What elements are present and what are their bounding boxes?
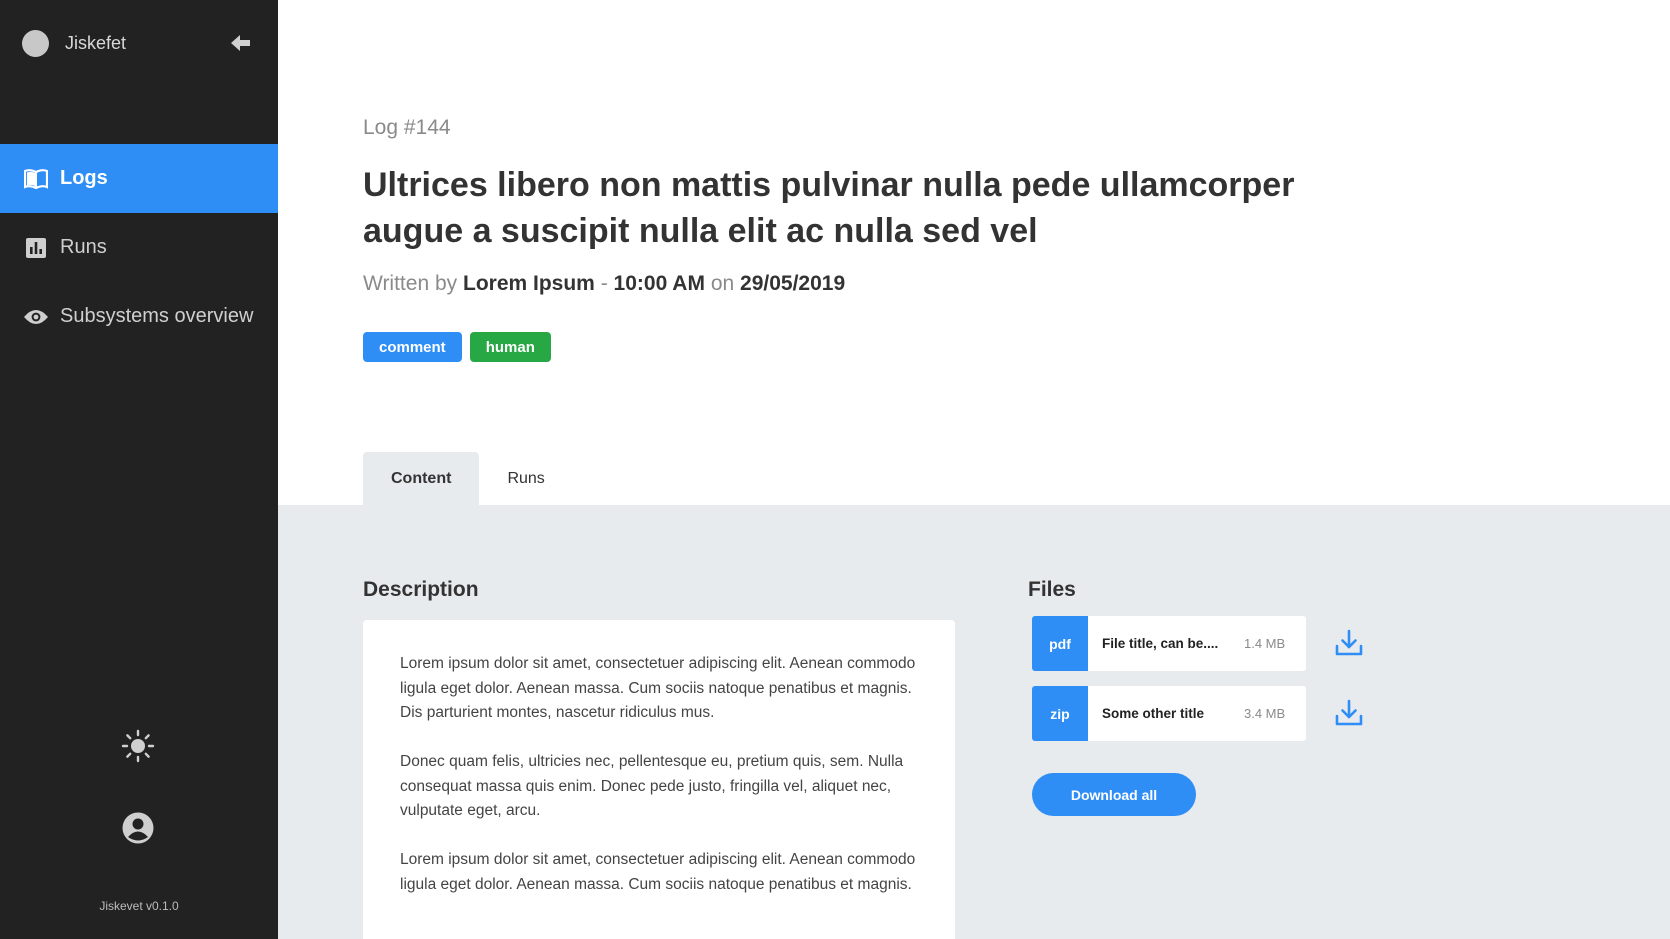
author-name: Lorem Ipsum <box>463 272 595 295</box>
tag-list: comment human <box>363 332 559 362</box>
sidebar-item-label: Subsystems overview <box>60 305 254 327</box>
sidebar-item-label: Runs <box>60 236 107 258</box>
description-title: Description <box>363 578 479 601</box>
arrow-left-icon <box>231 35 250 51</box>
log-date: 29/05/2019 <box>740 272 846 295</box>
download-icon <box>1335 629 1363 656</box>
tag-human[interactable]: human <box>469 332 551 362</box>
file-size: 3.4 MB <box>1244 706 1286 721</box>
log-meta: Written by Lorem Ipsum - 10:00 AM on 29/… <box>363 272 845 296</box>
log-time: 10:00 AM <box>613 272 705 295</box>
account-button[interactable] <box>121 811 155 845</box>
download-all-button[interactable]: Download all <box>1032 773 1196 816</box>
account-circle-icon <box>122 812 154 844</box>
sidebar: Jiskefet Logs Runs Subsystems overview J… <box>0 0 278 939</box>
written-by-label: Written by <box>363 272 458 295</box>
on-label: on <box>710 272 735 295</box>
page-title: Ultrices libero non mattis pulvinar null… <box>363 166 1295 250</box>
sidebar-item-logs[interactable]: Logs <box>0 144 278 213</box>
sidebar-item-subsystems-overview[interactable]: Subsystems overview <box>0 282 278 351</box>
file-item[interactable]: pdf File title, can be.... 1.4 MB <box>1032 616 1306 671</box>
description-card: Lorem ipsum dolor sit amet, consectetuer… <box>363 620 955 939</box>
theme-toggle-button[interactable] <box>120 728 156 764</box>
download-file-button[interactable] <box>1332 626 1366 660</box>
file-name: Some other title <box>1102 706 1205 721</box>
brand[interactable]: Jiskefet <box>22 28 126 58</box>
description-text: Lorem ipsum dolor sit amet, consectetuer… <box>400 655 916 697</box>
tab-content[interactable]: Content <box>363 452 480 505</box>
sidebar-nav: Logs Runs Subsystems overview <box>0 144 278 351</box>
meta-separator: - <box>600 272 608 295</box>
download-icon <box>1335 699 1363 726</box>
sun-icon <box>121 729 155 763</box>
file-type-badge: zip <box>1032 686 1088 741</box>
sidebar-item-label: Logs <box>60 167 108 189</box>
log-id: Log #144 <box>363 116 451 139</box>
app-version: Jiskevet v0.1.0 <box>99 899 179 913</box>
description-paragraph: Lorem ipsum dolor sit amet, consectetuer… <box>400 851 916 893</box>
description-text: Dis parturient montes, nascetur ridiculu… <box>400 704 715 721</box>
file-item[interactable]: zip Some other title 3.4 MB <box>1032 686 1306 741</box>
tab-content-panel: Description Lorem ipsum dolor sit amet, … <box>278 505 1670 939</box>
file-size: 1.4 MB <box>1244 636 1286 651</box>
eye-icon <box>24 305 48 329</box>
tab-bar: Content Runs <box>363 452 573 505</box>
files-title: Files <box>1028 578 1076 601</box>
description-paragraph: Lorem ipsum dolor sit amet, consectetuer… <box>400 652 918 726</box>
collapse-sidebar-button[interactable] <box>228 30 254 56</box>
file-type-badge: pdf <box>1032 616 1088 671</box>
download-file-button[interactable] <box>1332 696 1366 730</box>
tab-runs[interactable]: Runs <box>479 452 572 505</box>
book-icon <box>24 167 48 191</box>
sidebar-item-runs[interactable]: Runs <box>0 213 278 282</box>
tag-comment[interactable]: comment <box>363 332 462 362</box>
log-header: Log #144 Ultrices libero non mattis pulv… <box>278 0 1670 505</box>
bar-chart-icon <box>24 236 48 260</box>
file-name: File title, can be.... <box>1102 636 1219 651</box>
brand-name: Jiskefet <box>65 32 127 53</box>
description-paragraph: Donec quam felis, ultricies nec, pellent… <box>400 753 904 819</box>
brand-logo <box>22 29 49 57</box>
